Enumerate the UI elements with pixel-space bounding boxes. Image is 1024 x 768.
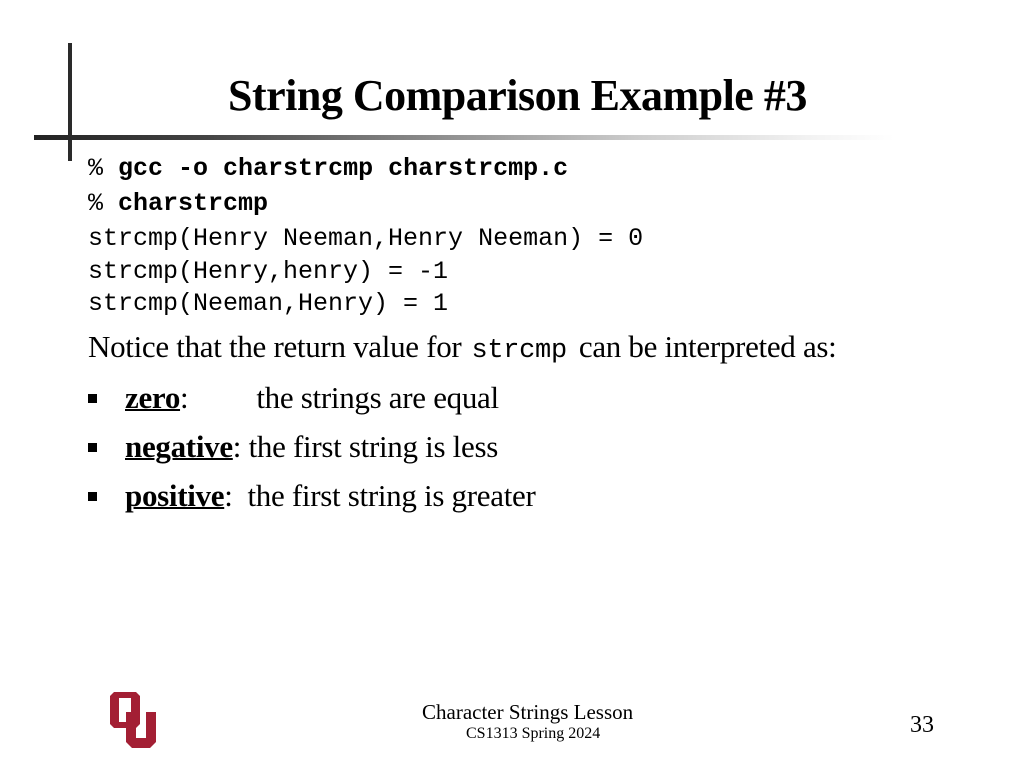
bullet-zero: zero: the strings are equal — [88, 380, 499, 416]
output-line-2: strcmp(Henry,henry) = -1 — [88, 257, 449, 286]
inline-code: strcmp — [471, 336, 567, 366]
command: charstrcmp — [118, 189, 269, 218]
footer-course: CS1313 Spring 2024 — [466, 725, 601, 742]
output-line-3: strcmp(Neeman,Henry) = 1 — [88, 289, 449, 318]
bullet-desc: the first string is less — [248, 429, 499, 464]
slide-title: String Comparison Example #3 — [228, 71, 807, 120]
output-line-1: strcmp(Henry Neeman,Henry Neeman) = 0 — [88, 224, 644, 253]
square-bullet-icon — [88, 443, 97, 453]
decorative-vertical-rule — [68, 43, 72, 161]
bullet-term: negative — [125, 429, 233, 464]
terminal-line-2: % charstrcmp — [88, 191, 268, 216]
square-bullet-icon — [88, 492, 97, 502]
prompt: % — [88, 189, 104, 218]
bullet-negative: negative: the first string is less — [88, 429, 498, 465]
notice-text: Notice that the return value for strcmp ca… — [88, 329, 837, 366]
prompt: % — [88, 154, 104, 183]
terminal-line-1: % gcc -o charstrcmp charstrcmp.c — [88, 156, 568, 181]
square-bullet-icon — [88, 394, 97, 404]
footer-lesson-title: Character Strings Lesson — [422, 700, 634, 724]
bullet-term: zero — [125, 380, 181, 415]
bullet-desc: the first string is greater — [247, 478, 536, 513]
bullet-positive: positive: the first string is greater — [88, 478, 536, 514]
command: gcc -o charstrcmp charstrcmp.c — [118, 154, 569, 183]
bullet-term: positive — [125, 478, 225, 513]
decorative-horizontal-rule — [34, 135, 894, 140]
ou-logo-icon — [110, 692, 156, 748]
bullet-desc: the strings are equal — [256, 380, 499, 415]
page-number: 33 — [910, 712, 934, 738]
